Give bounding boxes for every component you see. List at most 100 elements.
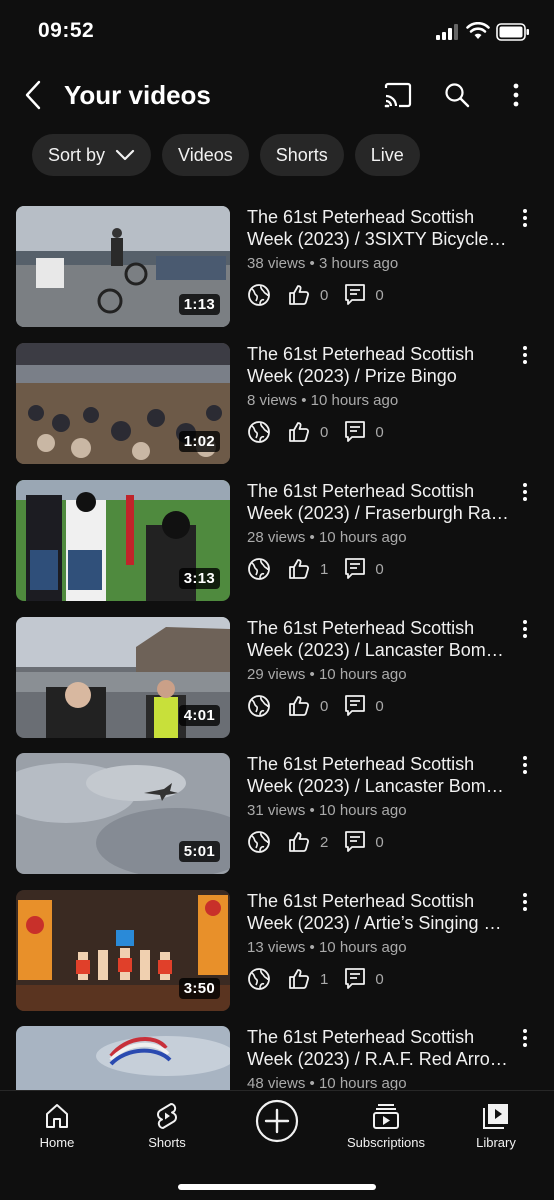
video-title[interactable]: The 61st Peterhead Scottish Week (2023) …	[247, 343, 511, 387]
home-indicator	[178, 1184, 376, 1190]
video-stats: 0 0	[247, 419, 400, 445]
nav-create[interactable]	[222, 1099, 332, 1147]
video-item[interactable]: The 61st Peterhead Scottish Week (2023) …	[0, 1026, 554, 1090]
more-vert-icon[interactable]	[515, 208, 535, 232]
shorts-icon	[112, 1101, 222, 1131]
filter-chips: Sort by Videos Shorts Live	[32, 134, 420, 176]
like-count: 0	[320, 697, 329, 715]
video-duration: 4:01	[178, 705, 220, 726]
video-thumbnail[interactable]: 1:13	[16, 206, 230, 327]
comment-icon	[344, 967, 366, 991]
video-thumbnail[interactable]: 4:01	[16, 617, 230, 738]
nav-home[interactable]: Home	[2, 1101, 112, 1150]
nav-subscriptions[interactable]: Subscriptions	[331, 1101, 441, 1150]
cast-icon[interactable]	[379, 76, 417, 114]
video-title-line: The 61st Peterhead Scottish	[247, 891, 475, 911]
more-vert-icon[interactable]	[515, 345, 535, 369]
meta-separator: •	[309, 1075, 315, 1090]
public-globe-icon	[247, 694, 271, 718]
more-vert-icon[interactable]	[515, 892, 535, 916]
create-icon	[222, 1099, 332, 1143]
comment-count: 0	[375, 286, 384, 304]
nav-library[interactable]: Library	[441, 1101, 551, 1150]
video-title[interactable]: The 61st Peterhead Scottish Week (2023) …	[247, 480, 511, 524]
video-item[interactable]: 1:02 The 61st Peterhead Scottish Week (2…	[0, 343, 554, 465]
chip-label: Shorts	[275, 144, 328, 165]
video-item[interactable]: 3:13 The 61st Peterhead Scottish Week (2…	[0, 480, 554, 602]
more-vert-icon[interactable]	[515, 619, 535, 643]
video-title-line: The 61st Peterhead Scottish	[247, 754, 475, 774]
more-vert-icon[interactable]	[515, 482, 535, 506]
status-bar: 09:52	[0, 0, 554, 64]
comment-icon	[344, 420, 366, 444]
sort-by-chip[interactable]: Sort by	[32, 134, 152, 176]
video-views: 38 views	[247, 255, 306, 272]
comment-icon	[344, 283, 366, 307]
more-vert-icon[interactable]	[515, 1028, 535, 1052]
video-stats: 1 0	[247, 556, 400, 582]
video-title[interactable]: The 61st Peterhead Scottish Week (2023) …	[247, 890, 511, 934]
video-title-line: Week (2023) / Lancaster Bomber	[247, 640, 511, 660]
video-title[interactable]: The 61st Peterhead Scottish Week (2023) …	[247, 1026, 511, 1070]
video-item[interactable]: 1:13 The 61st Peterhead Scottish Week (2…	[0, 206, 554, 328]
video-title-line: The 61st Peterhead Scottish	[247, 344, 475, 364]
video-thumbnail[interactable]: 5:01	[16, 753, 230, 874]
chip-label: Videos	[178, 144, 233, 165]
shorts-chip[interactable]: Shorts	[259, 134, 344, 176]
video-duration: 1:02	[178, 431, 220, 452]
comment-count: 0	[375, 697, 384, 715]
video-title[interactable]: The 61st Peterhead Scottish Week (2023) …	[247, 206, 511, 250]
video-meta: 31 views • 10 hours ago	[247, 802, 407, 819]
video-title-line: The 61st Peterhead Scottish	[247, 1027, 475, 1047]
video-thumbnail[interactable]: 1:02	[16, 343, 230, 464]
video-age: 10 hours ago	[318, 1075, 407, 1090]
bottom-navigation: Home Shorts Subscriptions Library	[0, 1090, 554, 1200]
video-item[interactable]: 4:01 The 61st Peterhead Scottish Week (2…	[0, 617, 554, 739]
comment-icon	[344, 557, 366, 581]
video-thumbnail[interactable]: 3:50	[16, 890, 230, 1011]
video-age: 10 hours ago	[318, 939, 407, 956]
video-title[interactable]: The 61st Peterhead Scottish Week (2023) …	[247, 617, 511, 661]
video-thumbnail[interactable]	[16, 1026, 230, 1090]
back-arrow-icon[interactable]	[18, 78, 48, 112]
video-title-line: Week (2023) / Prize Bingo	[247, 366, 457, 386]
meta-separator: •	[309, 255, 315, 272]
comment-icon	[344, 830, 366, 854]
videos-chip[interactable]: Videos	[162, 134, 249, 176]
video-views: 48 views	[247, 1075, 306, 1090]
video-meta: 29 views • 10 hours ago	[247, 666, 407, 683]
cellular-signal-icon	[436, 24, 458, 45]
video-meta: 8 views • 10 hours ago	[247, 392, 398, 409]
more-vert-icon[interactable]	[515, 755, 535, 779]
subscriptions-icon	[331, 1101, 441, 1131]
video-duration: 3:13	[178, 568, 220, 589]
video-meta: 28 views • 10 hours ago	[247, 529, 407, 546]
public-globe-icon	[247, 283, 271, 307]
video-duration: 3:50	[178, 978, 220, 999]
meta-separator: •	[309, 529, 315, 546]
video-thumbnail[interactable]: 3:13	[16, 480, 230, 601]
video-stats: 1 0	[247, 966, 400, 992]
status-time: 09:52	[38, 19, 95, 42]
thumbs-up-icon	[287, 967, 311, 991]
more-vert-icon[interactable]	[497, 76, 535, 114]
public-globe-icon	[247, 557, 271, 581]
meta-separator: •	[309, 939, 315, 956]
video-title[interactable]: The 61st Peterhead Scottish Week (2023) …	[247, 753, 511, 797]
thumbs-up-icon	[287, 557, 311, 581]
nav-shorts[interactable]: Shorts	[112, 1101, 222, 1150]
video-views: 8 views	[247, 392, 298, 409]
video-item[interactable]: 5:01 The 61st Peterhead Scottish Week (2…	[0, 753, 554, 875]
thumbs-up-icon	[287, 283, 311, 307]
live-chip[interactable]: Live	[354, 134, 420, 176]
video-meta: 48 views • 10 hours ago	[247, 1075, 407, 1090]
meta-separator: •	[309, 666, 315, 683]
like-count: 0	[320, 423, 329, 441]
video-item[interactable]: 3:50 The 61st Peterhead Scottish Week (2…	[0, 890, 554, 1012]
video-meta: 38 views • 3 hours ago	[247, 255, 398, 272]
video-title-line: The 61st Peterhead Scottish	[247, 481, 475, 501]
comment-count: 0	[375, 970, 384, 988]
comment-count: 0	[375, 560, 384, 578]
search-icon[interactable]	[438, 76, 476, 114]
like-count: 2	[320, 833, 329, 851]
